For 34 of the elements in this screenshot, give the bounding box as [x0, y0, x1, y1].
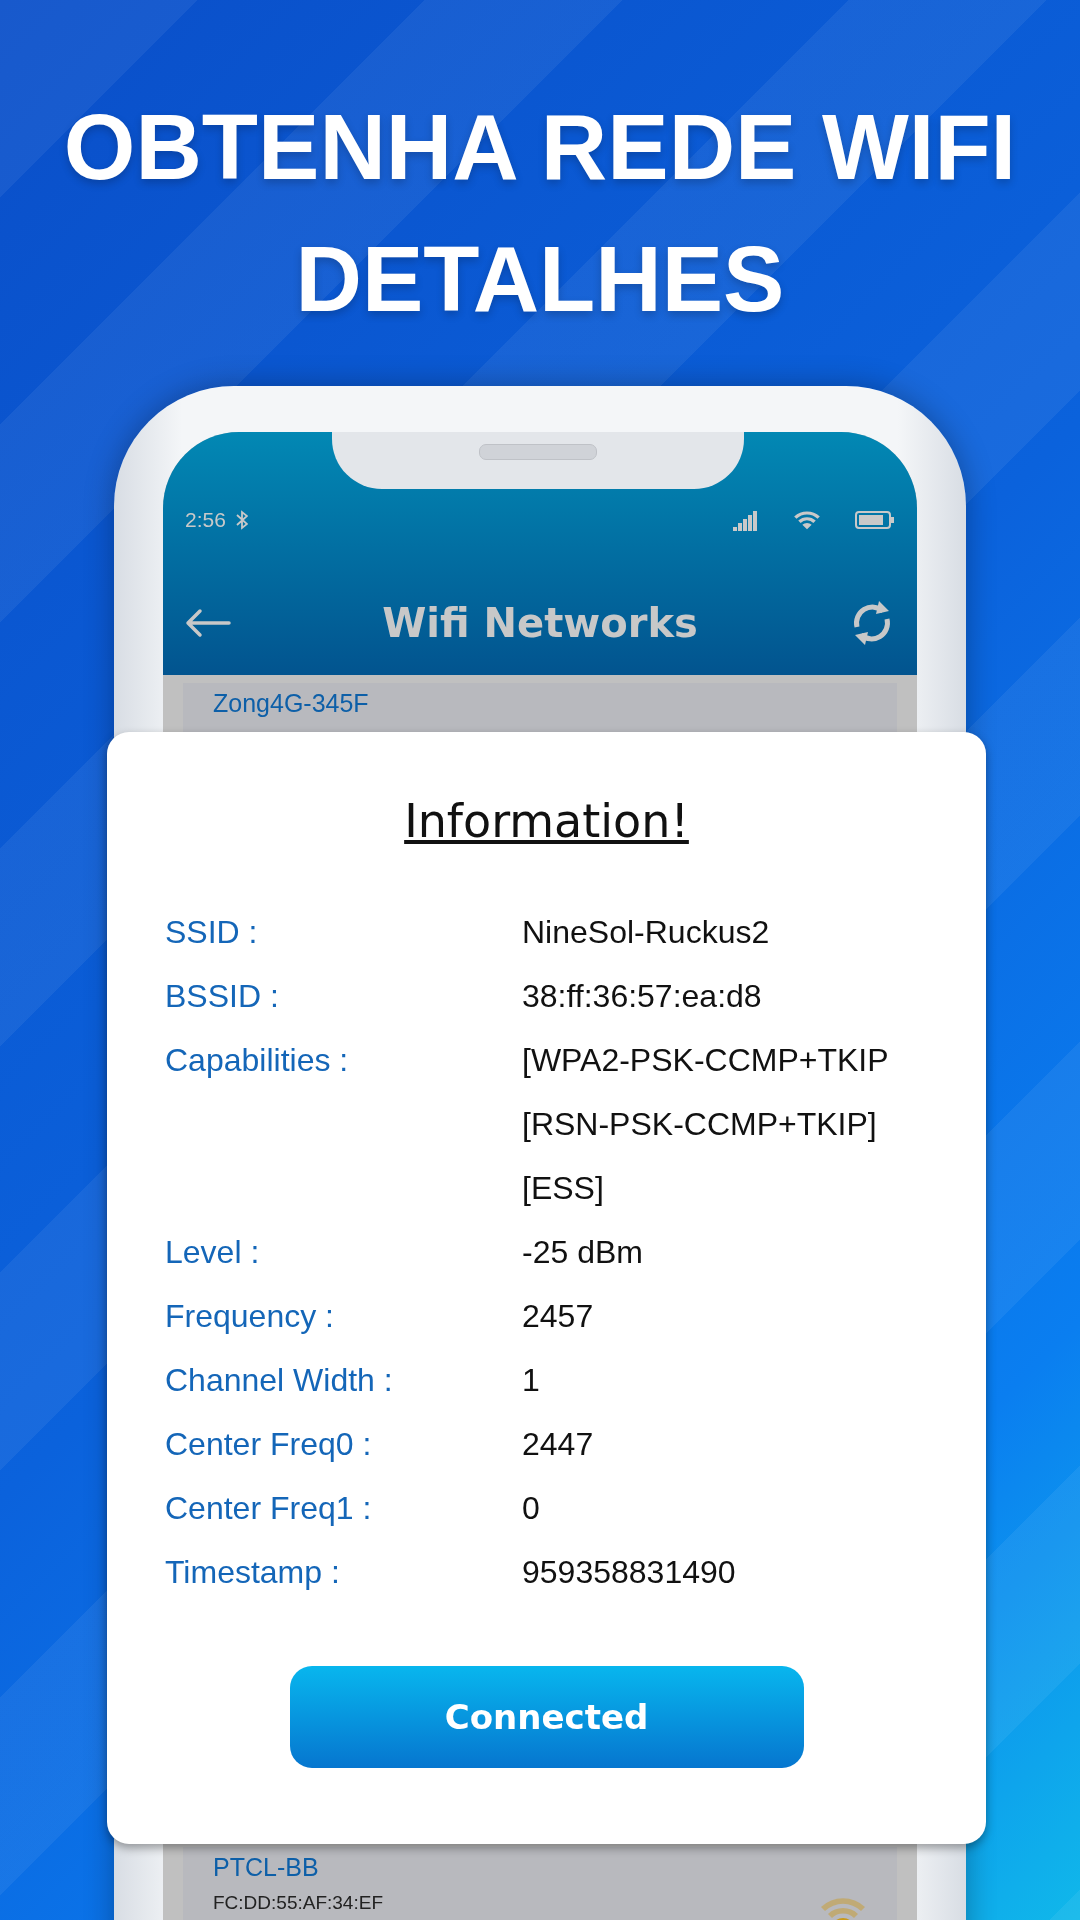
field-value: -25 dBm — [522, 1233, 644, 1272]
field-label: Frequency : — [165, 1298, 334, 1334]
field-label: Center Freq1 : — [165, 1490, 372, 1526]
headline: DETALHES — [295, 227, 785, 332]
field-label: Level : — [165, 1234, 260, 1270]
field-label: Channel Width : — [165, 1362, 393, 1398]
wifi-icon — [793, 508, 821, 532]
field-value: [RSN-PSK-CCMP+TKIP] — [522, 1105, 878, 1144]
headline: OBTENHA REDE WIFI — [63, 95, 1017, 200]
network-card[interactable]: PTCL-BB FC:DD:55:AF:34:EF — [183, 1847, 897, 1920]
field-label: SSID : — [165, 914, 258, 950]
field-value: 959358831490 — [522, 1553, 737, 1592]
field-label: Capabilities : — [165, 1042, 349, 1078]
network-bssid: FC:DD:55:AF:34:EF — [213, 1892, 383, 1914]
field-value: 2457 — [522, 1297, 595, 1336]
battery-icon — [855, 510, 895, 530]
screen-title: Wifi Networks — [382, 600, 698, 646]
field-value: 38:ff:36:57:ea:d8 — [522, 977, 763, 1016]
bluetooth-icon — [235, 510, 248, 530]
field-value: [ESS] — [522, 1169, 605, 1208]
field-value: 2447 — [522, 1425, 595, 1464]
field-label: Center Freq0 : — [165, 1426, 372, 1462]
field-label: Timestamp : — [165, 1554, 340, 1590]
field-value: 0 — [522, 1489, 541, 1528]
dialog-title: Information! — [404, 794, 689, 848]
back-arrow-icon[interactable] — [185, 608, 231, 638]
network-ssid: Zong4G-345F — [213, 689, 369, 718]
signal-icon — [733, 509, 759, 531]
field-value: 1 — [522, 1361, 541, 1400]
field-label: BSSID : — [165, 978, 279, 1014]
status-time: 2:56 — [185, 508, 226, 532]
network-ssid: PTCL-BB — [213, 1853, 320, 1882]
field-value: [WPA2-PSK-CCMP+TKIP — [522, 1041, 890, 1080]
field-value: NineSol-Ruckus2 — [522, 913, 771, 952]
